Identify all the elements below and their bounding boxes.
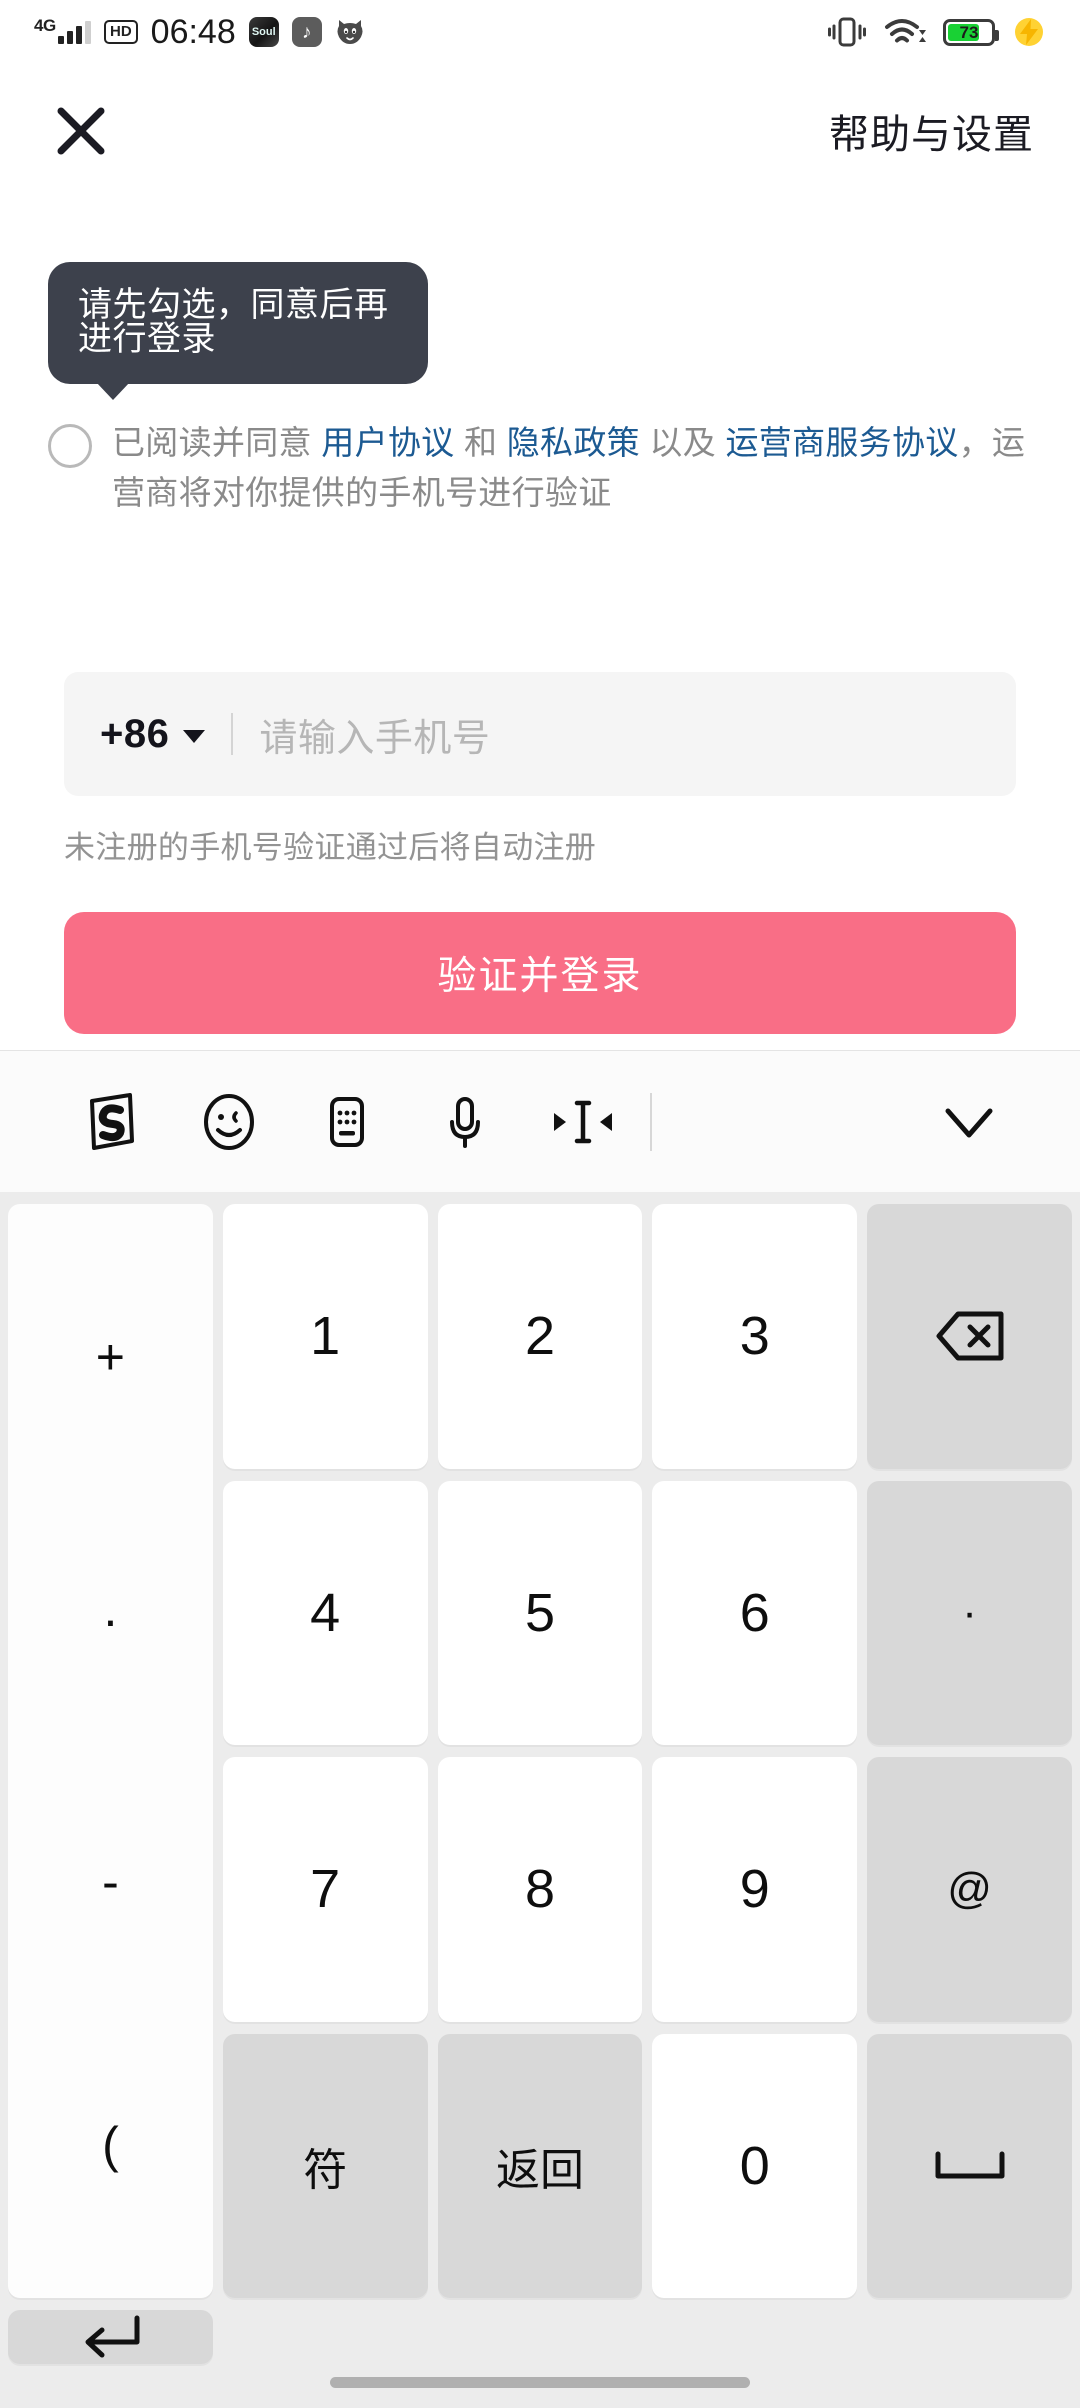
phone-input-field[interactable]: +86 请输入手机号 xyxy=(64,672,1016,796)
cellular-signal-icon: 4G xyxy=(34,16,91,44)
key-period[interactable]: · xyxy=(867,1480,1072,1745)
battery-percent-label: 73 xyxy=(959,22,979,42)
key-symbols[interactable]: 符 xyxy=(222,2033,428,2298)
numeric-keypad: + · - ( 1 2 3 4 5 6 · 7 8 9 @ 符 返回 0 xyxy=(0,1192,1080,2364)
flash-charge-icon xyxy=(1012,15,1046,49)
battery-icon: 73 xyxy=(943,18,999,46)
cat-app-icon xyxy=(335,17,365,47)
user-agreement-link[interactable]: 用户协议 xyxy=(321,424,454,461)
agreement-text: 已阅读并同意 用户协议 和 隐私政策 以及 运营商服务协议，运营商将对你提供的手… xyxy=(112,418,1032,518)
key-3[interactable]: 3 xyxy=(652,1204,858,1469)
key-2[interactable]: 2 xyxy=(437,1204,643,1469)
chevron-down-icon[interactable] xyxy=(910,1063,1028,1181)
status-bar-left: 4G HD 06:48 Soul ♪ xyxy=(34,15,365,49)
key-dash[interactable]: - xyxy=(102,1857,119,1907)
backspace-icon[interactable] xyxy=(867,1204,1072,1469)
key-6[interactable]: 6 xyxy=(652,1480,858,1745)
help-and-settings-link[interactable]: 帮助与设置 xyxy=(829,102,1034,160)
music-app-icon: ♪ xyxy=(291,17,322,47)
key-back[interactable]: 返回 xyxy=(437,2033,643,2298)
field-divider xyxy=(231,713,234,755)
soul-app-icon-label: Soul xyxy=(251,26,276,38)
keyboard-toolbar-left xyxy=(52,1063,658,1181)
vibrate-icon xyxy=(827,16,867,48)
enter-icon[interactable] xyxy=(8,2310,213,2364)
key-space[interactable] xyxy=(867,2033,1072,2298)
key-4[interactable]: 4 xyxy=(222,1480,428,1745)
verify-and-login-button[interactable]: 验证并登录 xyxy=(64,912,1016,1034)
key-5[interactable]: 5 xyxy=(437,1480,643,1745)
key-at-sign[interactable]: @ xyxy=(867,1757,1072,2022)
keyboard-toolbar-right xyxy=(910,1063,1028,1181)
key-dot[interactable]: · xyxy=(102,1595,119,1645)
key-7[interactable]: 7 xyxy=(222,1757,428,2022)
status-bar: 4G HD 06:48 Soul ♪ 73 xyxy=(0,0,1080,64)
page-header: 帮助与设置 xyxy=(0,86,1080,176)
agreement-checkbox[interactable] xyxy=(48,424,92,468)
agreement-conj-also: 以及 xyxy=(639,424,726,461)
key-0[interactable]: 0 xyxy=(652,2033,858,2298)
sogou-logo-icon[interactable] xyxy=(52,1063,170,1181)
home-indicator xyxy=(330,2377,750,2388)
emoji-icon[interactable] xyxy=(170,1063,288,1181)
hd-badge-icon: HD xyxy=(104,20,138,44)
music-note-glyph: ♪ xyxy=(302,21,312,43)
microphone-icon[interactable] xyxy=(406,1063,524,1181)
key-1[interactable]: 1 xyxy=(222,1204,428,1469)
agreement-conj-and: 和 xyxy=(454,424,507,461)
agreement-warning-tooltip: 请先勾选，同意后再进行登录 xyxy=(48,262,428,400)
key-8[interactable]: 8 xyxy=(437,1757,643,2022)
agreement-row: 已阅读并同意 用户协议 和 隐私政策 以及 运营商服务协议，运营商将对你提供的手… xyxy=(48,418,1032,518)
symbol-column-key[interactable]: + · - ( xyxy=(8,1204,213,2298)
soul-app-icon: Soul xyxy=(248,17,279,47)
signal-bars-icon xyxy=(58,20,91,44)
status-bar-right: 73 xyxy=(827,15,1046,49)
key-plus[interactable]: + xyxy=(96,1332,125,1382)
agreement-prefix: 已阅读并同意 xyxy=(112,424,322,461)
carrier-service-agreement-link[interactable]: 运营商服务协议 xyxy=(725,424,958,461)
close-button[interactable] xyxy=(46,96,116,166)
status-bar-clock: 06:48 xyxy=(150,13,236,51)
privacy-policy-link[interactable]: 隐私政策 xyxy=(507,424,640,461)
key-9[interactable]: 9 xyxy=(652,1757,858,2022)
auto-register-hint: 未注册的手机号验证通过后将自动注册 xyxy=(64,830,597,865)
country-code-label[interactable]: +86 xyxy=(100,712,169,757)
wifi-icon xyxy=(884,16,926,48)
cursor-move-icon[interactable] xyxy=(524,1063,642,1181)
phone-number-input[interactable]: 请输入手机号 xyxy=(259,707,490,762)
key-paren[interactable]: ( xyxy=(102,2120,119,2170)
network-type-label: 4G xyxy=(34,15,56,35)
toolbar-divider xyxy=(650,1092,652,1151)
chevron-down-icon[interactable] xyxy=(183,729,206,743)
keyboard-icon[interactable] xyxy=(288,1063,406,1181)
virtual-keyboard: + · - ( 1 2 3 4 5 6 · 7 8 9 @ 符 返回 0 xyxy=(0,1050,1080,2408)
keyboard-toolbar xyxy=(0,1050,1080,1192)
